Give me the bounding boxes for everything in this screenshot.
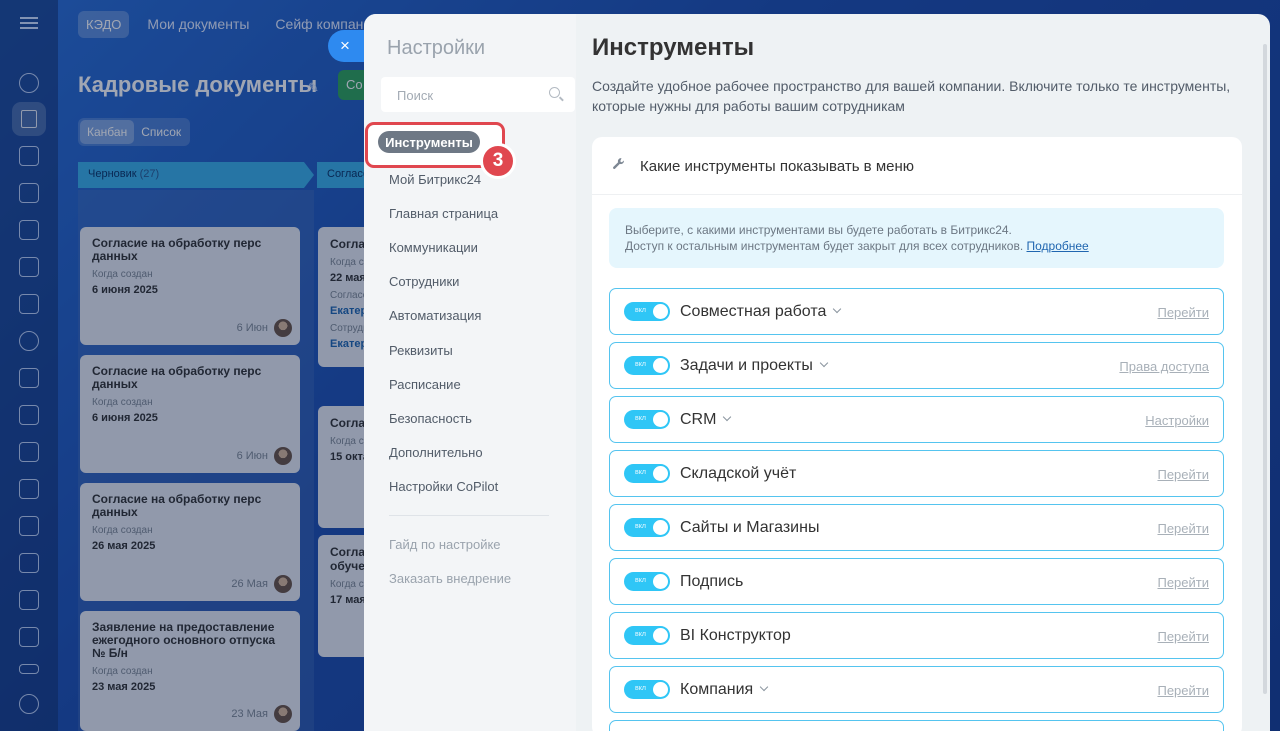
tool-action-link[interactable]: Настройки: [1145, 413, 1209, 428]
nav-item-requisites[interactable]: Реквизиты: [389, 343, 453, 358]
chevron-down-icon[interactable]: [833, 304, 842, 314]
search-placeholder: Поиск: [397, 88, 434, 103]
settings-nav-title: Настройки: [387, 37, 486, 59]
page-description: Создайте удобное рабочее пространство дл…: [592, 78, 1231, 114]
tool-name[interactable]: Подпись: [680, 573, 743, 591]
tool-row: [609, 720, 1224, 731]
tool-toggle[interactable]: вкл: [624, 356, 670, 375]
chevron-down-icon[interactable]: [759, 682, 769, 692]
settings-content: Инструменты Создайте удобное рабочее про…: [592, 14, 1252, 731]
tool-action-link[interactable]: Перейти: [1157, 683, 1209, 698]
tool-name[interactable]: CRM: [680, 411, 732, 429]
tool-name-text: Сайты и Магазины: [680, 519, 820, 536]
tool-toggle[interactable]: вкл: [624, 518, 670, 537]
nav-item-security[interactable]: Безопасность: [389, 411, 472, 426]
tool-row: вкл CRM Настройки: [609, 396, 1224, 443]
nav-item-automation[interactable]: Автоматизация: [389, 308, 481, 323]
settings-search-input[interactable]: Поиск: [381, 77, 575, 112]
tool-action-link[interactable]: Перейти: [1157, 305, 1209, 320]
tool-name[interactable]: Сайты и Магазины: [680, 519, 819, 537]
section-title: Какие инструменты показывать в меню: [640, 158, 915, 175]
nav-item-communications[interactable]: Коммуникации: [389, 240, 478, 255]
scrollbar[interactable]: [1263, 44, 1267, 694]
tool-toggle[interactable]: вкл: [624, 572, 670, 591]
nav-item-main-page[interactable]: Главная страница: [389, 206, 498, 221]
nav-item-tools[interactable]: Инструменты: [378, 131, 480, 153]
tool-action-link[interactable]: Перейти: [1157, 521, 1209, 536]
tool-name-text: Подпись: [680, 573, 744, 590]
tool-toggle[interactable]: вкл: [624, 626, 670, 645]
page-title: Инструменты: [592, 34, 755, 61]
tool-name[interactable]: Компания: [680, 681, 769, 699]
chevron-down-icon[interactable]: [723, 412, 732, 422]
tool-name[interactable]: Задачи и проекты: [680, 357, 829, 375]
tool-name-text: Компания: [680, 681, 754, 698]
chevron-down-icon[interactable]: [819, 358, 829, 368]
settings-panel: Настройки Поиск Инструменты 3 Мой Битрик…: [364, 14, 1270, 731]
tool-row: вкл Задачи и проекты Права доступа: [609, 342, 1224, 389]
section-header: Какие инструменты показывать в меню: [592, 137, 1242, 195]
nav-item-schedule[interactable]: Расписание: [389, 377, 461, 392]
tool-name-text: Складской учёт: [680, 465, 797, 482]
step-badge: 3: [480, 143, 516, 179]
tool-action-link[interactable]: Перейти: [1157, 629, 1209, 644]
tool-toggle[interactable]: вкл: [624, 302, 670, 321]
toggle-on-label: вкл: [635, 307, 646, 314]
info-text-line2: Доступ к остальным инструментам будет за…: [625, 239, 1024, 253]
nav-item-setup-guide[interactable]: Гайд по настройке: [389, 537, 501, 552]
toggle-on-label: вкл: [635, 685, 646, 692]
tool-row: вкл Складской учёт Перейти: [609, 450, 1224, 497]
tool-name-text: BI Конструктор: [680, 627, 791, 644]
tool-toggle[interactable]: вкл: [624, 410, 670, 429]
tool-row: вкл BI Конструктор Перейти: [609, 612, 1224, 659]
more-info-link[interactable]: Подробнее: [1027, 239, 1089, 253]
tool-toggle[interactable]: вкл: [624, 680, 670, 699]
tools-section: Какие инструменты показывать в меню Выбе…: [592, 137, 1242, 731]
tool-name[interactable]: Совместная работа: [680, 303, 842, 321]
tool-row: вкл Совместная работа Перейти: [609, 288, 1224, 335]
toggle-on-label: вкл: [635, 361, 646, 368]
close-slider-button[interactable]: ×: [328, 30, 368, 62]
tool-action-link[interactable]: Права доступа: [1119, 359, 1209, 374]
nav-item-copilot-settings[interactable]: Настройки CoPilot: [389, 479, 498, 494]
tool-row: вкл Подпись Перейти: [609, 558, 1224, 605]
nav-item-employees[interactable]: Сотрудники: [389, 274, 459, 289]
tool-row: вкл Сайты и Магазины Перейти: [609, 504, 1224, 551]
tool-action-link[interactable]: Перейти: [1157, 575, 1209, 590]
tool-row: вкл Компания Перейти: [609, 666, 1224, 713]
tool-name-text: Задачи и проекты: [680, 357, 813, 374]
toggle-on-label: вкл: [635, 523, 646, 530]
toggle-on-label: вкл: [635, 469, 646, 476]
toggle-on-label: вкл: [635, 577, 646, 584]
toggle-on-label: вкл: [635, 415, 646, 422]
tool-name[interactable]: Складской учёт: [680, 465, 796, 483]
toggle-on-label: вкл: [635, 631, 646, 638]
nav-item-order-implementation[interactable]: Заказать внедрение: [389, 571, 511, 586]
tool-name-text: Совместная работа: [680, 303, 827, 320]
close-icon: ×: [340, 36, 350, 55]
search-icon[interactable]: [549, 87, 560, 98]
nav-divider: [389, 515, 549, 516]
tool-toggle[interactable]: вкл: [624, 464, 670, 483]
nav-item-additional[interactable]: Дополнительно: [389, 445, 483, 460]
tool-name[interactable]: BI Конструктор: [680, 627, 791, 645]
info-text-line1: Выберите, с какими инструментами вы буде…: [625, 223, 1012, 237]
info-note: Выберите, с какими инструментами вы буде…: [609, 208, 1224, 268]
tool-name-text: CRM: [680, 411, 717, 428]
settings-nav: Настройки Поиск Инструменты 3 Мой Битрик…: [364, 14, 576, 731]
nav-item-my-bitrix24[interactable]: Мой Битрикс24: [389, 172, 481, 187]
wrench-icon: [613, 158, 624, 169]
tool-action-link[interactable]: Перейти: [1157, 467, 1209, 482]
